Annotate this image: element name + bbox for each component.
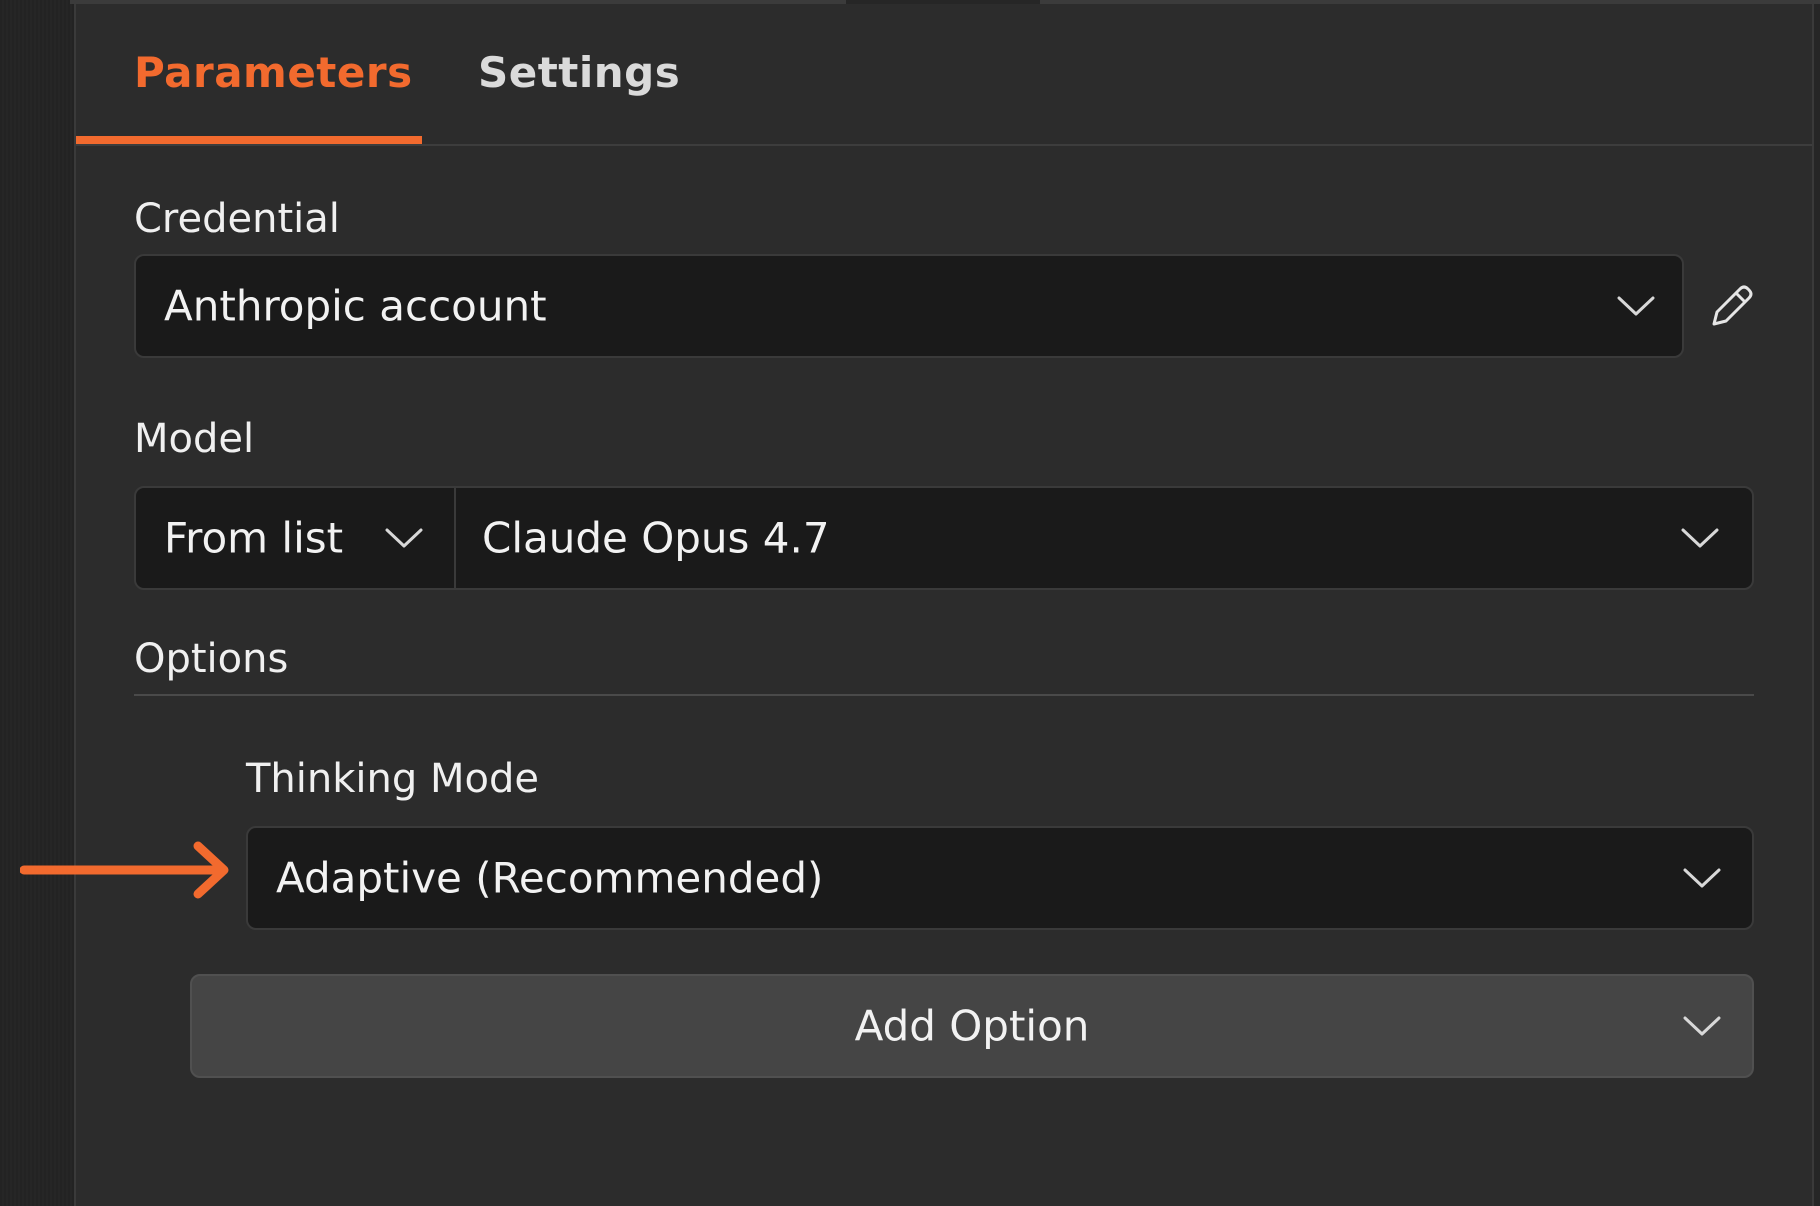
pencil-icon[interactable] (1706, 282, 1756, 332)
node-parameters-panel: Parameters Settings Credential Anthropic… (74, 4, 1814, 1206)
arrow-right-icon (20, 841, 229, 899)
chevron-down-icon (1617, 296, 1655, 316)
model-select[interactable]: Claude Opus 4.7 (454, 486, 1754, 590)
thinking-mode-select[interactable]: Adaptive (Recommended) (246, 826, 1754, 930)
tab-bar: Parameters Settings (76, 4, 1812, 146)
thinking-mode-value: Adaptive (Recommended) (276, 853, 824, 903)
add-option-button[interactable]: Add Option (190, 974, 1754, 1078)
credential-select-value: Anthropic account (164, 281, 547, 331)
chevron-down-icon (1683, 868, 1721, 888)
tab-settings[interactable]: Settings (478, 48, 680, 97)
credential-label: Credential (134, 196, 340, 242)
options-divider (134, 694, 1754, 696)
add-option-label: Add Option (854, 1001, 1090, 1051)
chevron-down-icon (385, 528, 423, 548)
active-tab-indicator (76, 136, 422, 144)
model-select-value: Claude Opus 4.7 (482, 513, 830, 563)
chevron-down-icon (1681, 528, 1719, 548)
thinking-mode-label: Thinking Mode (246, 756, 539, 802)
options-heading: Options (134, 636, 289, 682)
chevron-down-icon (1683, 1016, 1721, 1036)
background-strip (0, 0, 74, 1206)
model-mode-value: From list (164, 513, 344, 563)
credential-select[interactable]: Anthropic account (134, 254, 1684, 358)
tab-parameters[interactable]: Parameters (134, 48, 413, 97)
model-mode-select[interactable]: From list (134, 486, 456, 590)
model-label: Model (134, 416, 255, 462)
